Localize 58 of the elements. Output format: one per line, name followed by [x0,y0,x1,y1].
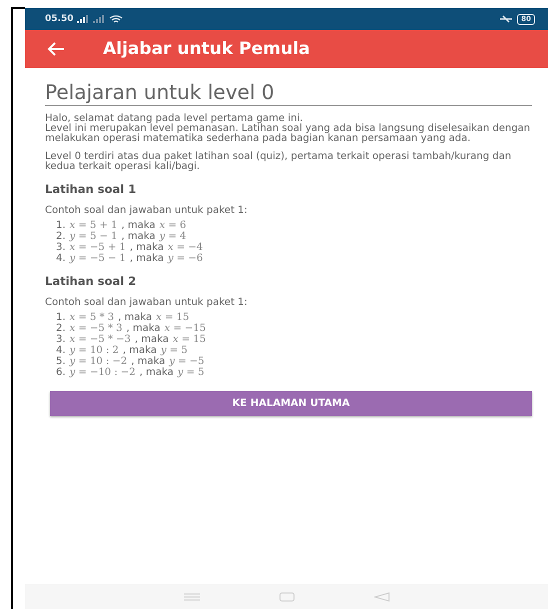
item-number: 1. [56,312,66,323]
connector-text: , maka [131,356,166,367]
equation: y = 5 [178,367,204,378]
signal-icon [93,15,106,23]
menu-icon[interactable] [184,592,200,600]
equation: y = 10 : 2 [70,345,119,356]
equation: x = 5 * 3 [70,312,114,323]
equation: x = 5 + 1 [70,220,118,231]
equation: x = −5 * −3 [70,334,131,345]
home-button[interactable]: KE HALAMAN UTAMA [50,391,532,416]
connector-text: , maka [130,242,164,253]
paragraph: Level 0 terdiri atas dua paket latihan soal (quiz), pertama terkait operasi tambah/kurang dan kedua terkait operasi kali/bagi. [45,152,512,172]
item-number: 3. [56,242,66,253]
connector-text: , maka [121,220,156,231]
item-number: 1. [56,220,66,231]
item-number: 2. [56,231,66,242]
equation: x = −5 + 1 [70,242,126,253]
connector-text: , maka [134,334,169,345]
equation: x = 15 [156,312,190,323]
connector-text: , maka [121,231,156,242]
connector-text: , maka [118,312,152,323]
item-number: 4. [56,253,66,264]
page-heading: Pelajaran untuk level 0 [45,80,532,106]
status-time: 05.50 [45,14,74,24]
back-button[interactable] [47,42,65,56]
equation: y = 10 : −2 [70,356,128,367]
equation: y = −6 [168,253,203,264]
back-icon[interactable] [374,592,390,602]
equation: y = 5 − 1 [70,231,118,242]
connector-text: , maka [130,253,164,264]
equation: y = −5 [169,356,204,367]
connector-text: , maka [122,345,157,356]
app-title: Aljabar untuk Pemula [103,39,310,59]
equation: x = 6 [159,220,186,231]
equation: y = 4 [159,231,186,242]
equation: y = 5 [160,345,188,356]
section-title: Latihan soal 1 [45,182,138,196]
back-arrow-icon [47,42,65,56]
section-intro: Contoh soal dan jawaban untuk paket 1: [45,297,248,308]
connector-text: , maka [140,367,174,378]
item-number: 6. [56,367,66,378]
signal-icon [77,15,90,23]
item-number: 4. [56,345,66,356]
equation: x = 15 [172,334,206,345]
equation: x = −15 [164,323,206,334]
wifi-icon [109,14,124,24]
section-title: Latihan soal 2 [45,274,138,288]
equation: y = −10 : −2 [70,367,136,378]
equation: x = −4 [168,242,203,253]
paragraph: Halo, selamat datang pada level pertama game ini. Level ini merupakan level pemanasan. Latihan soal yang ada bisa langsung diselesaikan dengan melakukan operasi matematika sederhana pada bagian kanan persamaan yang ada. [45,114,532,144]
equation: x = −5 * 3 [70,323,122,334]
item-number: 5. [56,356,66,367]
home-icon[interactable] [278,592,295,602]
item-number: 3. [56,334,66,345]
section-intro: Contoh soal dan jawaban untuk paket 1: [45,205,248,216]
connector-text: , maka [126,323,160,334]
item-number: 2. [56,323,66,334]
equation: y = −5 − 1 [70,253,126,264]
